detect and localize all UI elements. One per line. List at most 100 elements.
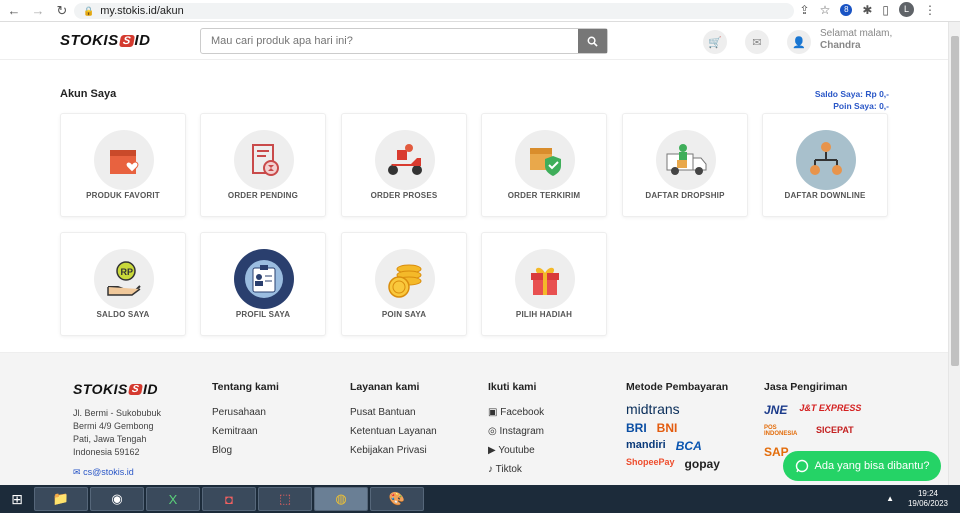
- courier-jnt-logo: J&T EXPRESS: [799, 403, 862, 413]
- search-button[interactable]: [578, 29, 607, 53]
- menu-card-label: SALDO SAYA: [96, 310, 150, 319]
- menu-card-label: ORDER PROSES: [370, 191, 438, 200]
- menu-card-label: ORDER TERKIRIM: [507, 191, 581, 200]
- balance-summary: Saldo Saya: Rp 0,- Poin Saya: 0,-: [815, 88, 889, 112]
- menu-card-daftar-dropship[interactable]: DAFTAR DROPSHIP: [622, 113, 748, 217]
- puzzle-icon[interactable]: ✱: [862, 3, 872, 17]
- footer-heading: Jasa Pengiriman: [764, 381, 848, 393]
- footer-link-kemitraan[interactable]: Kemitraan: [212, 426, 279, 437]
- reload-icon[interactable]: ↻: [52, 3, 72, 19]
- menu-card-order-pending[interactable]: ORDER PENDING: [200, 113, 326, 217]
- menu-card-order-terkirim[interactable]: ORDER TERKIRIM: [481, 113, 607, 217]
- menu-card-poin-saya[interactable]: POIN SAYA: [341, 232, 467, 336]
- mail-icon[interactable]: ✉: [745, 30, 769, 54]
- footer-link-tiktok[interactable]: ♪ Tiktok: [488, 464, 544, 475]
- side-panel-icon[interactable]: ▯: [882, 3, 889, 17]
- svg-text:RP: RP: [121, 267, 134, 277]
- footer-heading: Layanan kami: [350, 381, 420, 393]
- footer-link-ketentuan[interactable]: Ketentuan Layanan: [350, 426, 437, 437]
- system-clock[interactable]: 19:24 19/06/2023: [908, 489, 948, 509]
- address-bar[interactable]: 🔒 my.stokis.id/akun: [74, 3, 794, 19]
- payment-midtrans-logo: midtrans: [626, 401, 680, 417]
- menu-card-label: PROFIL SAYA: [235, 310, 291, 319]
- user-greeting[interactable]: Selamat malam, Chandra: [820, 28, 892, 52]
- footer-tentang: Tentang kami Perusahaan Kemitraan Blog: [212, 381, 279, 464]
- menu-card-label: PILIH HADIAH: [515, 310, 573, 319]
- footer-link-facebook[interactable]: ▣ Facebook: [488, 407, 544, 418]
- profile-card-icon: [245, 260, 283, 298]
- footer-link-pusat-bantuan[interactable]: Pusat Bantuan: [350, 407, 437, 418]
- instagram-icon: ◎: [488, 426, 497, 437]
- share-icon[interactable]: ⇪: [800, 3, 810, 17]
- site-logo[interactable]: STOKIS S ID: [60, 32, 150, 49]
- menu-card-daftar-downline[interactable]: DAFTAR DOWNLINE: [762, 113, 888, 217]
- footer-heading: Ikuti kami: [488, 381, 537, 393]
- footer-address: Jl. Bermi - Sukobubuk Bermi 4/9 Gembong …: [73, 408, 162, 457]
- favorite-box-icon: [110, 150, 139, 174]
- menu-card-saldo-saya[interactable]: RP SALDO SAYA: [60, 232, 186, 336]
- forward-icon[interactable]: →: [28, 3, 48, 18]
- footer-link-youtube[interactable]: ▶ Youtube: [488, 445, 544, 456]
- footer-logo[interactable]: STOKIS S ID: [73, 381, 161, 397]
- browser-toolbar: ← → ↻ 🔒 my.stokis.id/akun ⇪ ☆ 8 ✱ ▯ L ⋮: [0, 0, 960, 22]
- page-scrollbar[interactable]: [948, 22, 960, 485]
- tray-expand-icon[interactable]: ▲: [886, 494, 894, 503]
- lock-icon: 🔒: [83, 5, 95, 16]
- excel-taskbar-icon[interactable]: X: [146, 487, 200, 511]
- footer-pembayaran: Metode Pembayaran midtrans BRI BNI mandi…: [626, 381, 728, 475]
- menu-card-pilih-hadiah[interactable]: PILIH HADIAH: [481, 232, 607, 336]
- payment-mandiri-logo: mandiri: [626, 439, 666, 451]
- whatsapp-icon: [795, 459, 808, 473]
- payment-gopay-logo: gopay: [684, 457, 720, 471]
- user-icon[interactable]: 👤: [787, 30, 811, 54]
- gift-icon: [531, 267, 559, 295]
- footer-link-privasi[interactable]: Kebijakan Privasi: [350, 445, 437, 456]
- pending-order-icon: [252, 144, 279, 176]
- delivery-scooter-icon: [388, 144, 422, 175]
- courier-sicepat-logo: SICEPAT: [816, 425, 854, 435]
- footer-link-perusahaan[interactable]: Perusahaan: [212, 407, 279, 418]
- acrobat-taskbar-icon[interactable]: ⬚: [258, 487, 312, 511]
- profile-avatar-icon[interactable]: L: [899, 2, 914, 17]
- search-icon: [587, 36, 598, 47]
- menu-card-produk-favorit[interactable]: PRODUK FAVORIT: [60, 113, 186, 217]
- explorer-taskbar-icon[interactable]: 📁: [34, 487, 88, 511]
- footer-company: STOKIS S ID Jl. Bermi - Sukobubuk Bermi …: [73, 381, 161, 478]
- url-text: my.stokis.id/akun: [100, 5, 184, 17]
- saldo-text: Saldo Saya: Rp 0,-: [814, 89, 889, 99]
- footer-heading: Tentang kami: [212, 381, 279, 393]
- menu-card-label: ORDER PENDING: [227, 191, 299, 200]
- footer-heading: Metode Pembayaran: [626, 381, 729, 393]
- whatsapp-taskbar-icon[interactable]: ◉: [90, 487, 144, 511]
- payment-bri-logo: BRI: [626, 421, 647, 435]
- camera-taskbar-icon[interactable]: ◘: [202, 487, 256, 511]
- payment-bni-logo: BNI: [656, 421, 678, 435]
- chrome-taskbar-icon[interactable]: ◍: [314, 487, 368, 511]
- menu-card-profil-saya[interactable]: PROFIL SAYA: [200, 232, 326, 336]
- windows-taskbar: ⊞ 📁 ◉ X ◘ ⬚ ◍ 🎨 ▲ 19:24 19/06/2023: [0, 485, 960, 513]
- logo-badge: S: [118, 34, 135, 47]
- footer-email-link[interactable]: ✉ cs@stokis.id: [73, 467, 161, 478]
- search-input[interactable]: [201, 29, 578, 53]
- scrollbar-thumb[interactable]: [951, 36, 959, 366]
- back-icon[interactable]: ←: [4, 3, 24, 18]
- extension-icon[interactable]: 8: [840, 3, 853, 16]
- menu-card-label: PRODUK FAVORIT: [86, 191, 160, 200]
- menu-dots-icon[interactable]: ⋮: [924, 3, 936, 17]
- shipped-box-icon: [530, 148, 561, 176]
- bookmark-star-icon[interactable]: ☆: [820, 3, 831, 17]
- payment-bca-logo: BCA: [675, 439, 702, 453]
- footer-link-blog[interactable]: Blog: [212, 445, 279, 456]
- cart-icon[interactable]: 🛒: [703, 30, 727, 54]
- facebook-icon: ▣: [488, 407, 498, 418]
- menu-card-label: DAFTAR DOWNLINE: [784, 191, 866, 200]
- courier-jne-logo: JNE: [764, 403, 788, 417]
- paint-taskbar-icon[interactable]: 🎨: [370, 487, 424, 511]
- menu-card-order-proses[interactable]: ORDER PROSES: [341, 113, 467, 217]
- footer-layanan: Layanan kami Pusat Bantuan Ketentuan Lay…: [350, 381, 437, 464]
- whatsapp-chat-button[interactable]: Ada yang bisa dibantu?: [783, 451, 941, 481]
- footer-link-instagram[interactable]: ◎ Instagram: [488, 426, 544, 437]
- windows-start-icon[interactable]: ⊞: [0, 485, 34, 513]
- dropship-van-icon: [666, 144, 707, 175]
- mail-icon: ✉: [73, 467, 81, 477]
